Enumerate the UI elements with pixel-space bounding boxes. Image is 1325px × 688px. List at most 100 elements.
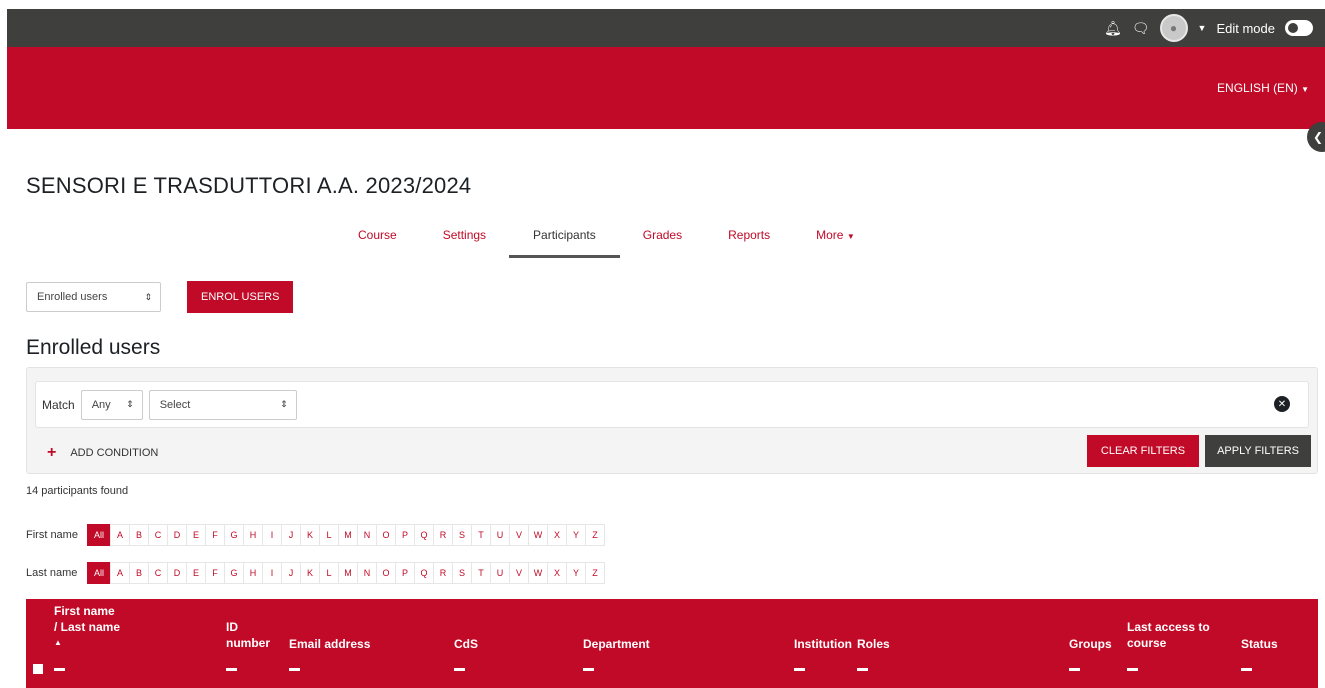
column-header-institution[interactable]: Institution <box>794 636 852 652</box>
initial-last-q[interactable]: Q <box>414 562 434 584</box>
collapse-column-icon[interactable] <box>1241 668 1252 671</box>
initials-label: Last name <box>26 567 78 579</box>
initial-all[interactable]: All <box>87 524 111 546</box>
participants-view-select[interactable]: Enrolled users ⇕ <box>26 282 161 312</box>
select-all-checkbox[interactable] <box>33 664 43 674</box>
collapse-column-icon[interactable] <box>54 668 65 671</box>
initial-first-k[interactable]: K <box>300 524 320 546</box>
avatar[interactable]: ● <box>1159 14 1188 42</box>
initial-first-r[interactable]: R <box>433 524 453 546</box>
section-heading: Enrolled users <box>26 336 161 359</box>
initial-last-s[interactable]: S <box>452 562 472 584</box>
add-condition-label: ADD CONDITION <box>70 447 159 459</box>
chevron-down-icon[interactable]: ▼ <box>1198 23 1207 33</box>
tab-grades[interactable]: Grades <box>620 218 705 258</box>
column-header-email[interactable]: Email address <box>289 636 370 652</box>
initial-last-r[interactable]: R <box>433 562 453 584</box>
initial-first-a[interactable]: A <box>110 524 130 546</box>
initial-first-i[interactable]: I <box>262 524 282 546</box>
bell-icon[interactable]: 🔔︎ <box>1104 21 1122 35</box>
column-header-last-access[interactable]: Last access to course <box>1127 619 1210 651</box>
initial-first-w[interactable]: W <box>528 524 548 546</box>
collapse-column-icon[interactable] <box>454 668 465 671</box>
collapse-column-icon[interactable] <box>583 668 594 671</box>
collapse-column-icon[interactable] <box>226 668 237 671</box>
initial-last-n[interactable]: N <box>357 562 377 584</box>
initial-last-j[interactable]: J <box>281 562 301 584</box>
initial-first-u[interactable]: U <box>490 524 510 546</box>
initial-last-u[interactable]: U <box>490 562 510 584</box>
initial-last-f[interactable]: F <box>205 562 225 584</box>
collapse-column-icon[interactable] <box>794 668 805 671</box>
tab-settings[interactable]: Settings <box>420 218 509 258</box>
column-header-cds[interactable]: CdS <box>454 636 478 652</box>
initial-last-m[interactable]: M <box>338 562 358 584</box>
remove-condition-icon[interactable]: ✕ <box>1274 396 1290 412</box>
initial-last-y[interactable]: Y <box>566 562 586 584</box>
initial-last-k[interactable]: K <box>300 562 320 584</box>
initial-first-z[interactable]: Z <box>585 524 605 546</box>
collapse-column-icon[interactable] <box>857 668 868 671</box>
edit-mode-toggle[interactable] <box>1285 20 1313 36</box>
chat-bubble-icon[interactable]: 🗨︎ <box>1132 21 1150 35</box>
initial-last-e[interactable]: E <box>186 562 206 584</box>
initial-first-f[interactable]: F <box>205 524 225 546</box>
initial-last-d[interactable]: D <box>167 562 187 584</box>
initial-last-z[interactable]: Z <box>585 562 605 584</box>
tab-reports[interactable]: Reports <box>705 218 793 258</box>
initial-last-a[interactable]: A <box>110 562 130 584</box>
initial-first-d[interactable]: D <box>167 524 187 546</box>
initial-first-p[interactable]: P <box>395 524 415 546</box>
initial-first-e[interactable]: E <box>186 524 206 546</box>
initial-first-t[interactable]: T <box>471 524 491 546</box>
initial-last-h[interactable]: H <box>243 562 263 584</box>
initial-first-m[interactable]: M <box>338 524 358 546</box>
initial-last-x[interactable]: X <box>547 562 567 584</box>
collapse-column-icon[interactable] <box>1069 668 1080 671</box>
initial-first-x[interactable]: X <box>547 524 567 546</box>
toggle-knob <box>1288 23 1298 33</box>
initial-first-s[interactable]: S <box>452 524 472 546</box>
initial-first-n[interactable]: N <box>357 524 377 546</box>
initial-first-l[interactable]: L <box>319 524 339 546</box>
initial-last-o[interactable]: O <box>376 562 396 584</box>
initial-last-c[interactable]: C <box>148 562 168 584</box>
column-header-label: / Last name <box>54 620 121 634</box>
initial-last-v[interactable]: V <box>509 562 529 584</box>
tab-participants[interactable]: Participants <box>509 218 620 258</box>
tab-course[interactable]: Course <box>335 218 420 258</box>
drawer-toggle-button[interactable]: ❮ <box>1307 122 1325 152</box>
column-header-name[interactable]: First name / Last name ▲ <box>54 603 120 651</box>
initial-first-h[interactable]: H <box>243 524 263 546</box>
initial-last-g[interactable]: G <box>224 562 244 584</box>
clear-filters-button[interactable]: CLEAR FILTERS <box>1086 435 1200 467</box>
initial-first-o[interactable]: O <box>376 524 396 546</box>
match-select[interactable]: Any ⇕ <box>80 389 143 420</box>
initial-last-t[interactable]: T <box>471 562 491 584</box>
initial-last-b[interactable]: B <box>129 562 149 584</box>
initial-last-i[interactable]: I <box>262 562 282 584</box>
language-menu[interactable]: ENGLISH (EN) ▼ <box>1217 81 1309 95</box>
initial-first-q[interactable]: Q <box>414 524 434 546</box>
initial-last-p[interactable]: P <box>395 562 415 584</box>
initial-first-b[interactable]: B <box>129 524 149 546</box>
initial-first-c[interactable]: C <box>148 524 168 546</box>
column-header-id-number[interactable]: ID number <box>226 619 270 651</box>
column-header-department[interactable]: Department <box>583 636 650 652</box>
initial-last-w[interactable]: W <box>528 562 548 584</box>
collapse-column-icon[interactable] <box>1127 668 1138 671</box>
initial-last-l[interactable]: L <box>319 562 339 584</box>
initial-all[interactable]: All <box>87 562 111 584</box>
initial-first-g[interactable]: G <box>224 524 244 546</box>
tab-more[interactable]: More ▼ <box>793 218 878 258</box>
initial-first-v[interactable]: V <box>509 524 529 546</box>
apply-filters-button[interactable]: APPLY FILTERS <box>1205 435 1311 467</box>
filter-type-select[interactable]: Select ⇕ <box>148 389 297 420</box>
filter-panel: Match Any ⇕ Select ⇕ ✕ + ADD CONDITION C… <box>26 367 1318 474</box>
collapse-column-icon[interactable] <box>289 668 300 671</box>
initial-first-y[interactable]: Y <box>566 524 586 546</box>
initial-first-j[interactable]: J <box>281 524 301 546</box>
enrol-users-button[interactable]: ENROL USERS <box>187 281 294 313</box>
add-condition-button[interactable]: + ADD CONDITION <box>47 444 158 462</box>
match-label: Match <box>42 397 75 412</box>
